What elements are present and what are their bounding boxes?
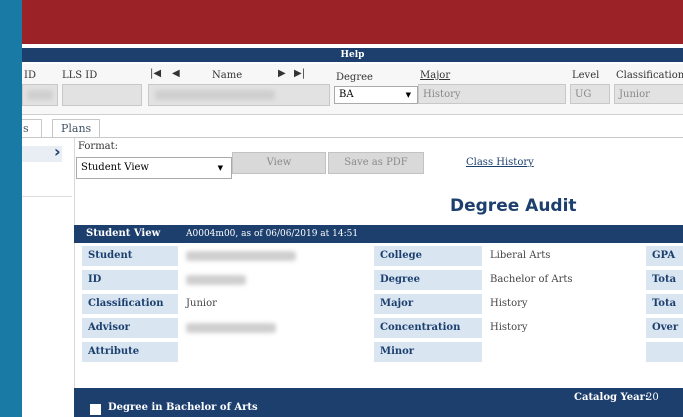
label-degree: Degree [374,270,482,290]
format-label: Format: [78,141,119,152]
tab-divider [22,137,683,138]
name-label: Name [212,70,243,81]
lls-id-field[interactable] [62,84,142,106]
label-major: Major [374,294,482,314]
left-panel [22,138,75,417]
major-label: Major [420,70,451,81]
label-minor: Minor [374,342,482,362]
degree-value: BA [339,89,354,100]
class-history-link[interactable]: Class History [466,157,534,168]
nav-first-button[interactable]: |◀ [150,68,161,79]
label-concentration: Concentration [374,318,482,338]
expand-chevron-icon[interactable]: › [54,142,61,161]
student-info-grid: Student College Liberal Arts GPA ID Degr… [74,246,683,368]
label-advisor: Advisor [82,318,178,338]
level-label: Level [572,70,600,81]
value-student [180,246,372,266]
label-empty [646,342,683,362]
degree-section-header[interactable]: Degree in Bachelor of Arts Catalog Year:… [74,388,683,417]
chevron-down-icon: ▼ [405,91,411,99]
student-header: ID LLS ID |◀ ◀ Name ▶ ▶| Degree BA ▼ Maj… [22,64,683,115]
save-pdf-button[interactable]: Save as PDF [328,152,424,174]
page-title: Degree Audit [450,196,577,216]
name-field[interactable] [148,84,330,106]
classification-field[interactable]: Junior [614,84,683,104]
left-panel-divider [22,196,72,197]
label-gpa: GPA [646,246,683,266]
value-id [180,270,372,290]
top-banner [22,0,683,44]
label-overall: Over [646,318,683,338]
label-id: ID [82,270,178,290]
value-attribute [180,342,372,362]
level-field[interactable]: UG [570,84,610,104]
major-field[interactable]: History [418,84,566,104]
catalog-year-value: 20 [646,392,659,403]
lls-id-label: LLS ID [62,70,98,81]
nav-last-button[interactable]: ▶| [294,68,305,79]
value-college: Liberal Arts [484,246,644,266]
student-view-meta: A0004m00, as of 06/06/2019 at 14:51 [186,229,359,239]
section-checkbox-icon [90,404,101,415]
label-attribute: Attribute [82,342,178,362]
value-minor [484,342,644,362]
classification-label: Classification [616,70,683,81]
tab-audit[interactable]: s [22,119,42,138]
value-classification: Junior [180,294,372,314]
label-total-1: Tota [646,270,683,290]
value-degree: Bachelor of Arts [484,270,644,290]
section-title: Degree in Bachelor of Arts [108,402,258,413]
value-advisor [180,318,372,338]
id-field[interactable] [22,84,58,106]
value-major: History [484,294,644,314]
label-college: College [374,246,482,266]
tab-plans[interactable]: Plans [52,119,101,138]
view-button[interactable]: View [232,152,326,174]
chevron-down-icon: ▼ [217,164,223,172]
nav-next-button[interactable]: ▶ [278,68,286,79]
id-label: ID [24,70,36,81]
app-window: Help ID LLS ID |◀ ◀ Name ▶ ▶| Degree BA … [22,0,683,417]
value-concentration: History [484,318,644,338]
label-classification: Classification [82,294,178,314]
nav-prev-button[interactable]: ◀ [172,68,180,79]
degree-select[interactable]: BA ▼ [334,86,418,104]
label-student: Student [82,246,178,266]
degree-label: Degree [336,72,373,83]
student-view-bar: Student View A0004m00, as of 06/06/2019 … [74,225,683,243]
student-view-label: Student View [86,228,161,239]
help-link[interactable]: Help [22,48,683,62]
catalog-year-label: Catalog Year: [574,392,649,403]
format-select[interactable]: Student View ▼ [76,157,232,179]
format-value: Student View [81,162,149,173]
label-total-2: Tota [646,294,683,314]
